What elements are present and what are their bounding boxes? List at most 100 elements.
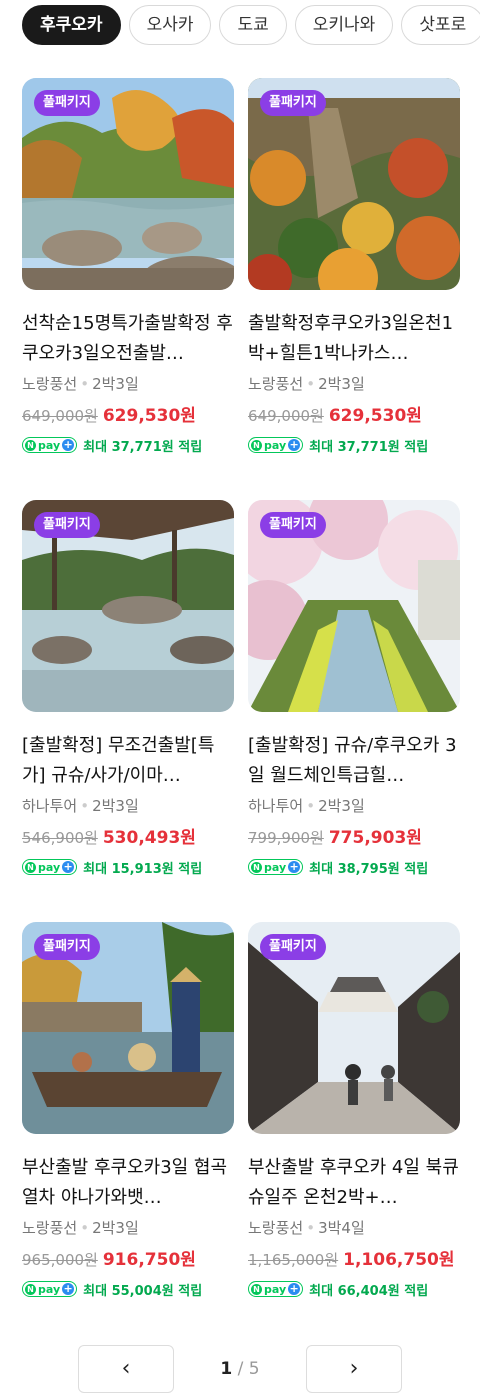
package-badge: 풀패키지 <box>34 90 100 116</box>
npay-icon: Npay + <box>248 859 304 875</box>
price-row: 546,900원 530,493원 <box>22 827 234 849</box>
original-price: 799,900원 <box>248 829 324 847</box>
point-text: 최대 37,771원 적립 <box>309 439 429 455</box>
meta-separator: • <box>80 1219 90 1237</box>
trip-duration: 2박3일 <box>92 797 139 815</box>
product-card[interactable]: 풀패키지 출발확정후쿠오카3일온천1박+힐튼1박나카스… 노랑풍선 • 2박3일 6… <box>248 78 460 500</box>
product-title[interactable]: 출발확정후쿠오카3일온천1박+힐튼1박나카스… <box>248 309 460 369</box>
product-title[interactable]: [출발확정] 규슈/후쿠오카 3일 월드체인특급힐… <box>248 731 460 791</box>
point-text: 최대 38,795원 적립 <box>309 861 429 877</box>
package-badge: 풀패키지 <box>34 512 100 538</box>
meta-separator: • <box>306 375 316 393</box>
sale-price: 916,750원 <box>102 1250 196 1270</box>
product-meta: 노랑풍선 • 2박3일 <box>248 373 460 395</box>
trip-duration: 3박4일 <box>318 1219 365 1237</box>
chevron-right-icon: › <box>349 1356 359 1381</box>
product-image[interactable]: 풀패키지 <box>22 78 234 290</box>
product-grid: 풀패키지 선착순15명특가출발확정 후쿠오카3일오전출발… 노랑풍선 • 2박3일 … <box>22 78 460 1344</box>
npay-icon: Npay + <box>22 437 78 453</box>
meta-separator: • <box>306 797 316 815</box>
point-row: Npay + 최대 15,913원 적립 <box>22 857 234 877</box>
meta-separator: • <box>80 797 90 815</box>
meta-separator: • <box>306 1219 316 1237</box>
page-indicator: 1 / 5 <box>174 1345 306 1393</box>
point-text: 최대 66,404원 적립 <box>309 1283 429 1299</box>
price-row: 649,000원 629,530원 <box>248 405 460 427</box>
point-text: 최대 15,913원 적립 <box>83 861 203 877</box>
point-row: Npay + 최대 66,404원 적립 <box>248 1279 460 1299</box>
sale-price: 775,903원 <box>328 828 422 848</box>
tab-tokyo[interactable]: 도쿄 <box>219 5 287 45</box>
agency-name: 노랑풍선 <box>248 375 304 393</box>
package-badge: 풀패키지 <box>34 934 100 960</box>
tab-sapporo[interactable]: 삿포로 <box>401 5 480 45</box>
product-title[interactable]: 부산출발 후쿠오카 4일 북큐슈일주 온천2박+… <box>248 1153 460 1213</box>
product-meta: 노랑풍선 • 2박3일 <box>22 1217 234 1239</box>
sale-price: 629,530원 <box>328 406 422 426</box>
prev-page-button[interactable]: ‹ <box>78 1345 174 1393</box>
tab-okinawa[interactable]: 오키나와 <box>294 5 394 45</box>
product-card[interactable]: 풀패키지 선착순15명특가출발확정 후쿠오카3일오전출발… 노랑풍선 • 2박3일 … <box>22 78 234 500</box>
price-row: 965,000원 916,750원 <box>22 1249 234 1271</box>
trip-duration: 2박3일 <box>318 797 365 815</box>
pagination: ‹ 1 / 5 › <box>78 1345 402 1393</box>
current-page: 1 <box>220 1359 233 1379</box>
tab-osaka[interactable]: 오사카 <box>128 5 212 45</box>
point-row: Npay + 최대 55,004원 적립 <box>22 1279 234 1299</box>
product-meta: 노랑풍선 • 2박3일 <box>22 373 234 395</box>
destination-tabs: 후쿠오카 오사카 도쿄 오키나와 삿포로 <box>22 5 480 47</box>
point-row: Npay + 최대 37,771원 적립 <box>22 435 234 455</box>
trip-duration: 2박3일 <box>92 375 139 393</box>
original-price: 649,000원 <box>248 407 324 425</box>
product-meta: 하나투어 • 2박3일 <box>22 795 234 817</box>
product-image[interactable]: 풀패키지 <box>22 922 234 1134</box>
agency-name: 노랑풍선 <box>22 375 78 393</box>
product-meta: 하나투어 • 2박3일 <box>248 795 460 817</box>
npay-icon: Npay + <box>22 1281 78 1297</box>
npay-icon: Npay + <box>248 1281 304 1297</box>
product-card[interactable]: 풀패키지 부산출발 후쿠오카3일 협곡열차 야나가와뱃… 노랑풍선 • 2박3일 9… <box>22 922 234 1344</box>
price-row: 1,165,000원 1,106,750원 <box>248 1249 460 1271</box>
point-row: Npay + 최대 38,795원 적립 <box>248 857 460 877</box>
product-title[interactable]: 부산출발 후쿠오카3일 협곡열차 야나가와뱃… <box>22 1153 234 1213</box>
package-badge: 풀패키지 <box>260 512 326 538</box>
tab-fukuoka[interactable]: 후쿠오카 <box>22 5 121 45</box>
page-separator: / <box>237 1359 244 1379</box>
npay-icon: Npay + <box>22 859 78 875</box>
original-price: 965,000원 <box>22 1251 98 1269</box>
original-price: 649,000원 <box>22 407 98 425</box>
point-text: 최대 55,004원 적립 <box>83 1283 203 1299</box>
meta-separator: • <box>80 375 90 393</box>
product-card[interactable]: 풀패키지 [출발확정] 규슈/후쿠오카 3일 월드체인특급힐… 하나투어 • 2박3… <box>248 500 460 922</box>
point-row: Npay + 최대 37,771원 적립 <box>248 435 460 455</box>
agency-name: 노랑풍선 <box>248 1219 304 1237</box>
product-title[interactable]: [출발확정] 무조건출발[특가] 규슈/사가/이마… <box>22 731 234 791</box>
chevron-left-icon: ‹ <box>121 1356 131 1381</box>
product-image[interactable]: 풀패키지 <box>248 78 460 290</box>
original-price: 546,900원 <box>22 829 98 847</box>
trip-duration: 2박3일 <box>318 375 365 393</box>
product-card[interactable]: 풀패키지 부산출발 후쿠오카 4일 북큐슈일주 온천2박+… 노랑풍선 • 3박4일… <box>248 922 460 1344</box>
product-image[interactable]: 풀패키지 <box>248 922 460 1134</box>
product-card[interactable]: 풀패키지 [출발확정] 무조건출발[특가] 규슈/사가/이마… 하나투어 • 2박3… <box>22 500 234 922</box>
original-price: 1,165,000원 <box>248 1251 339 1269</box>
product-meta: 노랑풍선 • 3박4일 <box>248 1217 460 1239</box>
product-image[interactable]: 풀패키지 <box>22 500 234 712</box>
sale-price: 629,530원 <box>102 406 196 426</box>
package-badge: 풀패키지 <box>260 934 326 960</box>
agency-name: 노랑풍선 <box>22 1219 78 1237</box>
sale-price: 1,106,750원 <box>343 1250 455 1270</box>
agency-name: 하나투어 <box>248 797 304 815</box>
total-pages: 5 <box>248 1359 260 1379</box>
point-text: 최대 37,771원 적립 <box>83 439 203 455</box>
package-badge: 풀패키지 <box>260 90 326 116</box>
product-title[interactable]: 선착순15명특가출발확정 후쿠오카3일오전출발… <box>22 309 234 369</box>
product-image[interactable]: 풀패키지 <box>248 500 460 712</box>
sale-price: 530,493원 <box>102 828 196 848</box>
trip-duration: 2박3일 <box>92 1219 139 1237</box>
price-row: 649,000원 629,530원 <box>22 405 234 427</box>
price-row: 799,900원 775,903원 <box>248 827 460 849</box>
npay-icon: Npay + <box>248 437 304 453</box>
agency-name: 하나투어 <box>22 797 78 815</box>
next-page-button[interactable]: › <box>306 1345 402 1393</box>
